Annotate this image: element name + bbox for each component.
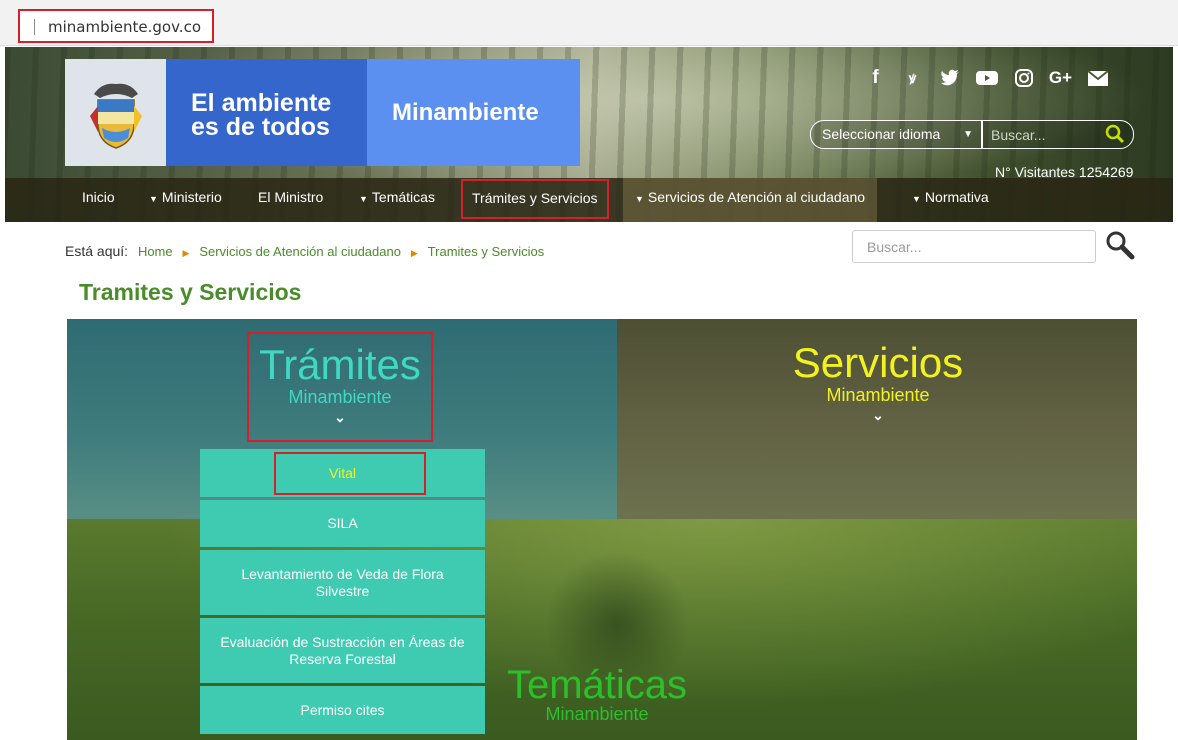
search-icon[interactable] bbox=[1104, 229, 1136, 261]
tramites-subtitle: Minambiente bbox=[288, 387, 392, 407]
header-search-input[interactable] bbox=[991, 125, 1091, 145]
nav-item-label: Servicios de Atención al ciudadano bbox=[647, 189, 866, 205]
flickr-icon[interactable]: ꝟ bbox=[894, 67, 931, 89]
menu-item-label: Levantamiento de Veda de Flora Silvestre bbox=[241, 565, 444, 599]
coat-of-arms-icon bbox=[65, 59, 166, 166]
hero-banner: Trámites Minambiente ⌄ Servicios Minambi… bbox=[67, 319, 1137, 740]
url-field[interactable]: minambiente.gov.co bbox=[18, 9, 214, 43]
twitter-icon[interactable] bbox=[931, 67, 968, 89]
breadcrumb-prefix: Está aquí: bbox=[65, 243, 129, 259]
breadcrumb-separator-icon: ▶ bbox=[410, 248, 418, 258]
logo-slogan-line1: El ambiente bbox=[191, 89, 332, 117]
nav-item-label: Temáticas bbox=[371, 189, 435, 205]
facebook-icon[interactable]: f bbox=[857, 67, 894, 89]
main-nav: Inicio ▼ Ministerio El Ministro ▼ Temática… bbox=[5, 178, 1173, 222]
body-search-input[interactable] bbox=[852, 230, 1096, 263]
tematicas-title: Temáticas bbox=[506, 663, 688, 707]
menu-item-veda-flora[interactable]: Levantamiento de Veda de Flora Silvestre bbox=[200, 550, 485, 615]
tematicas-subtitle: Minambiente bbox=[545, 704, 649, 724]
chevron-down-icon: ▼ bbox=[963, 129, 973, 140]
language-select-label: Seleccionar idioma bbox=[822, 126, 941, 142]
caret-down-icon: ▼ bbox=[912, 194, 921, 204]
instagram-icon[interactable] bbox=[1005, 67, 1042, 89]
logo-brand-text: Minambiente bbox=[392, 99, 539, 126]
nav-item-inicio[interactable]: Inicio bbox=[82, 178, 115, 222]
menu-item-sustraccion[interactable]: Evaluación de Sustracción en Áreas de Re… bbox=[200, 618, 485, 683]
logo-slogan: El ambiente es de todos bbox=[166, 59, 367, 166]
browser-address-bar: minambiente.gov.co bbox=[0, 0, 1178, 46]
nav-item-normativa[interactable]: ▼ Normativa bbox=[912, 178, 989, 222]
chevron-down-icon: ⌄ bbox=[872, 407, 884, 423]
tematicas-block[interactable]: Temáticas Minambiente bbox=[497, 663, 697, 724]
servicios-subtitle: Minambiente bbox=[826, 385, 930, 405]
nav-item-label: Normativa bbox=[924, 189, 989, 205]
highlight-box bbox=[274, 452, 426, 495]
nav-item-atencion-ciudadano[interactable]: ▼ Servicios de Atención al ciudadano bbox=[623, 178, 878, 222]
mail-icon[interactable] bbox=[1079, 67, 1116, 89]
menu-item-label: Permiso cites bbox=[300, 701, 385, 718]
social-icons: f ꝟ G+ bbox=[857, 67, 1116, 89]
google-plus-icon[interactable]: G+ bbox=[1042, 67, 1079, 89]
caret-down-icon: ▼ bbox=[149, 194, 158, 204]
body-search bbox=[852, 227, 1139, 265]
nav-item-label: El Ministro bbox=[258, 189, 324, 205]
language-select[interactable]: Seleccionar idioma ▼ bbox=[810, 120, 982, 149]
servicios-title: Servicios bbox=[792, 339, 964, 386]
url-text: minambiente.gov.co bbox=[48, 18, 201, 36]
chevron-down-icon: ⌄ bbox=[334, 409, 346, 425]
page-title: Tramites y Servicios bbox=[79, 279, 302, 305]
menu-item-label: Evaluación de Sustracción en Áreas de Re… bbox=[220, 633, 465, 667]
breadcrumb-current[interactable]: Tramites y Servicios bbox=[428, 244, 545, 259]
logo-brand: Minambiente bbox=[367, 59, 580, 166]
menu-item-permiso-cites[interactable]: Permiso cites bbox=[200, 686, 485, 734]
site-header: El ambiente es de todos Minambiente f ꝟ … bbox=[5, 47, 1173, 222]
caret-down-icon: ▼ bbox=[359, 194, 368, 204]
nav-item-label: Trámites y Servicios bbox=[472, 190, 598, 206]
menu-item-label: SILA bbox=[327, 515, 358, 531]
nav-item-ministerio[interactable]: ▼ Ministerio bbox=[149, 178, 222, 222]
breadcrumb-home[interactable]: Home bbox=[138, 244, 173, 259]
breadcrumb-atencion[interactable]: Servicios de Atención al ciudadano bbox=[199, 244, 401, 259]
breadcrumb: Está aquí: Home ▶ Servicios de Atención … bbox=[65, 243, 544, 259]
tramites-block[interactable]: Trámites Minambiente ⌄ bbox=[247, 332, 433, 442]
header-search bbox=[982, 120, 1134, 149]
menu-item-sila[interactable]: SILA bbox=[200, 500, 485, 547]
nav-item-tematicas[interactable]: ▼ Temáticas bbox=[359, 178, 435, 222]
nav-item-el-ministro[interactable]: El Ministro bbox=[258, 178, 323, 222]
nav-item-tramites-servicios[interactable]: Trámites y Servicios bbox=[461, 179, 609, 219]
nav-item-label: Inicio bbox=[82, 189, 115, 205]
web-page: El ambiente es de todos Minambiente f ꝟ … bbox=[5, 47, 1173, 740]
nav-item-label: Ministerio bbox=[161, 189, 222, 205]
servicios-block[interactable]: Servicios Minambiente ⌄ bbox=[783, 341, 973, 425]
caret-down-icon: ▼ bbox=[635, 194, 644, 204]
breadcrumb-separator-icon: ▶ bbox=[182, 248, 190, 258]
search-icon[interactable] bbox=[1105, 124, 1125, 144]
logo-slogan-line2: es de todos bbox=[191, 113, 330, 141]
youtube-icon[interactable] bbox=[968, 67, 1005, 89]
tramites-title: Trámites bbox=[259, 341, 421, 388]
site-logo[interactable]: El ambiente es de todos Minambiente bbox=[65, 59, 580, 166]
text-cursor bbox=[34, 19, 35, 35]
